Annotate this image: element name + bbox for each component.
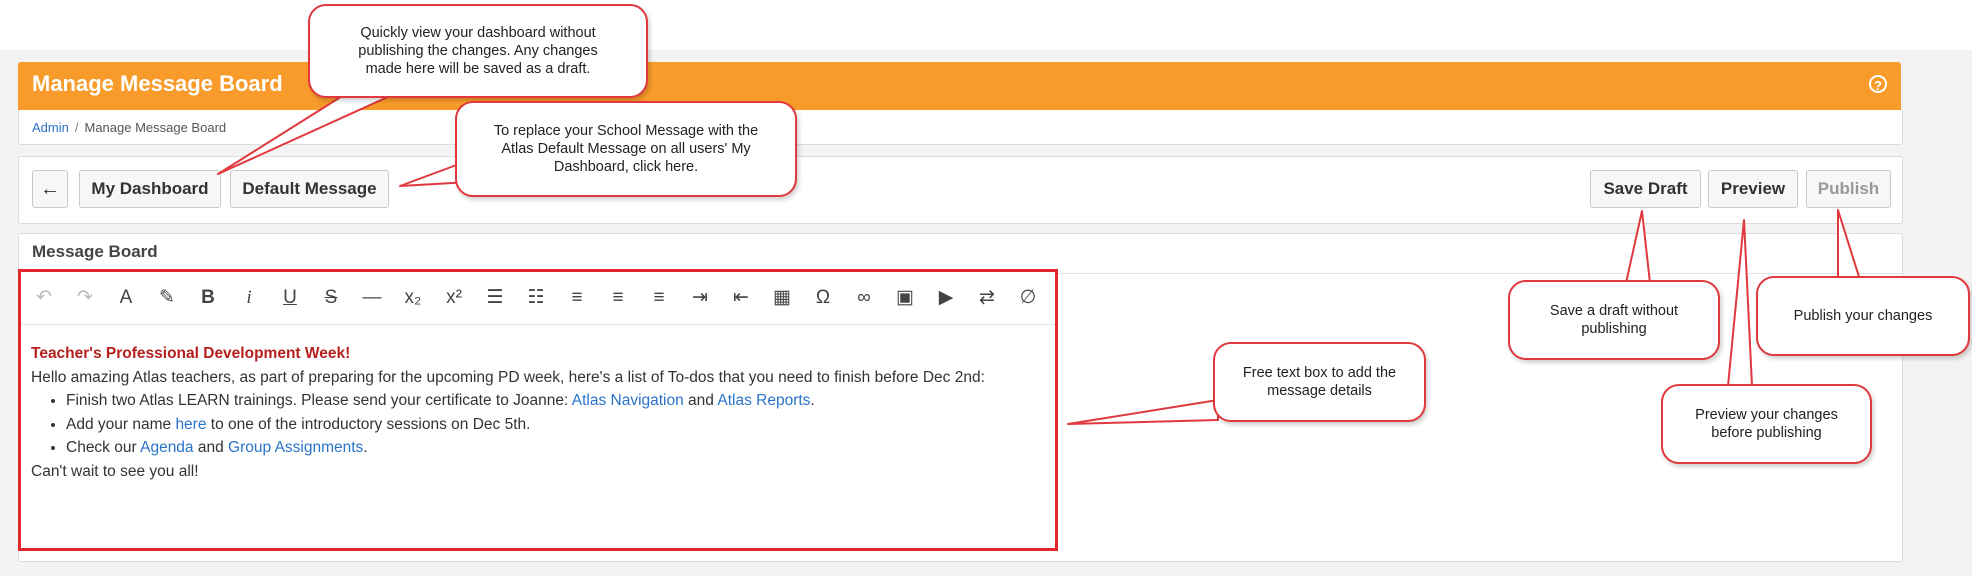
- callout-preview: Preview your changes before publishing: [1661, 384, 1872, 464]
- callout-text: Publish your changes: [1793, 308, 1933, 324]
- callout-tail-dashboard: [217, 87, 391, 175]
- callout-text: Free text box to add the message details: [1242, 365, 1397, 399]
- callout-text: Preview your changes before publishing: [1695, 407, 1838, 441]
- callout-tail-preview: [1727, 219, 1753, 387]
- callout-tail-publish: [1837, 209, 1861, 281]
- callout-tail-save-draft: [1625, 210, 1651, 284]
- callout-dashboard: Quickly view your dashboard without publ…: [308, 4, 648, 98]
- callout-text: To replace your School Message with the …: [493, 123, 759, 175]
- callout-publish: Publish your changes: [1756, 276, 1970, 356]
- callout-default-message: To replace your School Message with the …: [455, 101, 797, 197]
- callout-free-text: Free text box to add the message details: [1213, 342, 1426, 422]
- callout-text: Quickly view your dashboard without publ…: [358, 25, 598, 77]
- callout-text: Save a draft without publishing: [1549, 303, 1679, 337]
- callout-save-draft: Save a draft without publishing: [1508, 280, 1720, 360]
- callout-tail-free-text: [1067, 399, 1219, 425]
